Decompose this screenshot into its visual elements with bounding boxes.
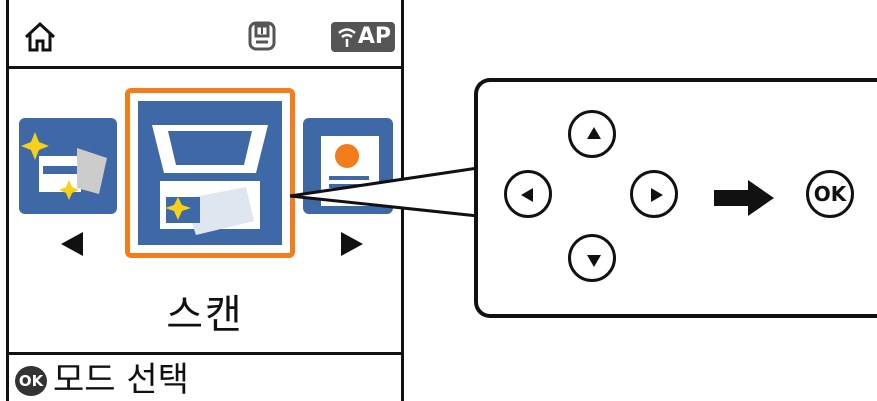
right-button[interactable] [630, 170, 678, 218]
down-button[interactable] [568, 234, 616, 282]
right-arrow-icon [714, 180, 774, 216]
left-button[interactable] [504, 170, 552, 218]
up-button[interactable] [568, 110, 616, 158]
ok-button[interactable]: OK [806, 170, 854, 218]
